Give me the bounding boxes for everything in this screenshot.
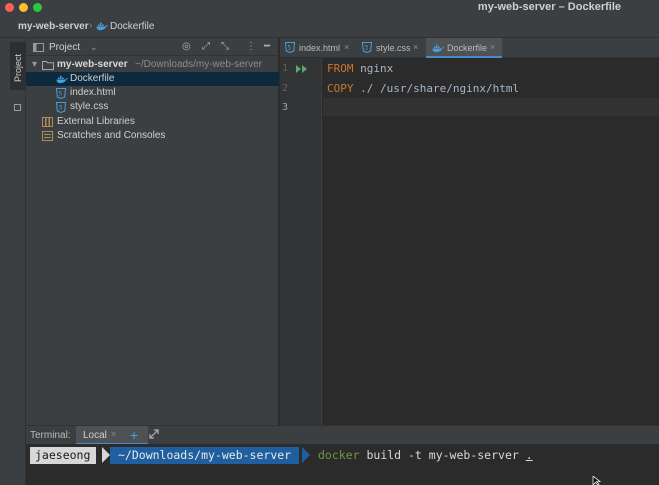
tab-dockerfile[interactable]: Dockerfile × bbox=[426, 38, 502, 58]
tree-item-external-libraries[interactable]: External Libraries bbox=[26, 115, 279, 129]
prompt-separator bbox=[102, 447, 110, 463]
code-editor[interactable]: FROM nginx COPY ./ /usr/share/nginx/html bbox=[323, 58, 659, 425]
run-icon[interactable] bbox=[296, 64, 308, 76]
expand-icon[interactable] bbox=[149, 429, 159, 442]
scratches-icon bbox=[42, 131, 53, 144]
svg-text:5: 5 bbox=[287, 45, 291, 52]
chevron-down-icon[interactable]: ⌄ bbox=[90, 42, 98, 53]
tab-label: Dockerfile bbox=[447, 43, 488, 53]
tab-label: style.css bbox=[376, 43, 411, 53]
instruction-args: nginx bbox=[353, 62, 394, 75]
tab-label: index.html bbox=[299, 43, 341, 53]
command-context-arg: . bbox=[525, 448, 533, 462]
command-args: build -t my-web-server bbox=[359, 448, 526, 462]
css-file-icon: 3 bbox=[361, 42, 373, 55]
editor-tabs: 5 index.html × 3 style.css × Dockerfile … bbox=[280, 38, 659, 58]
svg-text:5: 5 bbox=[58, 91, 62, 98]
close-icon[interactable]: × bbox=[111, 429, 116, 439]
tab-index-html[interactable]: 5 index.html × bbox=[280, 38, 356, 58]
title-bar: my-web-server – Dockerfile bbox=[0, 0, 659, 16]
css-file-icon: 3 bbox=[55, 102, 67, 116]
window-title: my-web-server – Dockerfile bbox=[477, 1, 621, 13]
collapse-all-icon[interactable]: ⤡ bbox=[221, 41, 229, 52]
instruction-args: ./ /usr/share/nginx/html bbox=[353, 82, 520, 95]
line-number: 2 bbox=[282, 83, 289, 94]
svg-text:3: 3 bbox=[364, 45, 368, 52]
tree-item-label: style.css bbox=[70, 101, 109, 112]
prompt-path-segment: ~/Downloads/my-web-server bbox=[110, 447, 300, 464]
navigation-bar: my-web-server › Dockerfile bbox=[0, 16, 659, 38]
folder-icon bbox=[33, 43, 44, 55]
terminal-tab-label: Local bbox=[83, 430, 107, 441]
close-icon[interactable]: × bbox=[344, 42, 349, 52]
project-view-selector[interactable]: Project bbox=[49, 42, 80, 53]
current-line-highlight bbox=[323, 98, 659, 116]
command-name: docker bbox=[318, 448, 360, 462]
project-panel-header: Project ⌄ ◎ ⤢ ⤡ ⋮ ━ bbox=[26, 38, 279, 56]
terminal-panel[interactable]: jaeseong ~/Downloads/my-web-server docke… bbox=[26, 444, 659, 485]
tree-root-row[interactable]: ▾ my-web-server ~/Downloads/my-web-serve… bbox=[26, 58, 279, 72]
add-terminal-icon[interactable]: + bbox=[130, 427, 138, 443]
breadcrumb-separator: › bbox=[89, 20, 93, 31]
root-folder-name: my-web-server bbox=[57, 59, 128, 70]
terminal-command: docker build -t my-web-server . bbox=[318, 448, 533, 462]
tree-item-label: index.html bbox=[70, 87, 116, 98]
keyword: COPY bbox=[327, 82, 354, 95]
expand-all-icon[interactable]: ⤢ bbox=[202, 41, 210, 52]
tree-item-style-css[interactable]: 3 style.css bbox=[26, 100, 279, 114]
editor-gutter: 1 2 3 bbox=[280, 58, 322, 425]
breadcrumb-project[interactable]: my-web-server bbox=[18, 21, 89, 32]
prompt-user-segment: jaeseong bbox=[30, 447, 97, 464]
close-icon[interactable]: × bbox=[490, 42, 495, 52]
root-folder-path: ~/Downloads/my-web-server bbox=[135, 59, 262, 70]
project-tool-window-tab[interactable]: Project bbox=[10, 42, 26, 90]
tree-item-index-html[interactable]: 5 index.html bbox=[26, 86, 279, 100]
project-panel: Project ⌄ ◎ ⤢ ⤡ ⋮ ━ ▾ my-web-server ~/Do… bbox=[26, 38, 279, 425]
docker-icon bbox=[432, 44, 444, 55]
terminal-prompt-line: jaeseong ~/Downloads/my-web-server docke… bbox=[30, 447, 533, 464]
expand-arrow-icon[interactable]: ▾ bbox=[32, 59, 37, 70]
html-file-icon: 5 bbox=[284, 42, 296, 55]
line-number: 1 bbox=[282, 63, 289, 74]
tree-item-label: Scratches and Consoles bbox=[57, 130, 166, 141]
code-line-2: COPY ./ /usr/share/nginx/html bbox=[327, 82, 519, 95]
tree-item-label: External Libraries bbox=[57, 116, 135, 127]
project-tool-label: Project bbox=[13, 53, 23, 82]
mouse-cursor-icon bbox=[592, 475, 602, 485]
svg-text:3: 3 bbox=[58, 105, 62, 112]
minimize-window-button[interactable] bbox=[19, 3, 28, 12]
line-number: 3 bbox=[282, 102, 289, 113]
breadcrumb-file[interactable]: Dockerfile bbox=[110, 21, 154, 32]
code-line-1: FROM nginx bbox=[327, 62, 393, 75]
locate-icon[interactable]: ◎ bbox=[182, 41, 191, 52]
tab-style-css[interactable]: 3 style.css × bbox=[357, 38, 425, 58]
tree-item-label: Dockerfile bbox=[70, 73, 115, 84]
tree-item-scratches[interactable]: Scratches and Consoles bbox=[26, 129, 279, 143]
close-window-button[interactable] bbox=[5, 3, 14, 12]
hide-icon[interactable]: ━ bbox=[264, 41, 270, 52]
close-icon[interactable]: × bbox=[413, 42, 418, 52]
keyword: FROM bbox=[327, 62, 354, 75]
tree-item-dockerfile[interactable]: Dockerfile bbox=[26, 72, 279, 86]
terminal-header: Terminal: Local × + bbox=[26, 425, 659, 445]
left-tool-strip: Project bbox=[0, 38, 26, 485]
docker-icon bbox=[96, 22, 108, 34]
options-icon[interactable]: ⋮ bbox=[246, 41, 256, 52]
terminal-title: Terminal: bbox=[30, 430, 71, 441]
prompt-separator bbox=[302, 447, 310, 463]
zoom-window-button[interactable] bbox=[33, 3, 42, 12]
structure-icon[interactable] bbox=[14, 104, 21, 111]
